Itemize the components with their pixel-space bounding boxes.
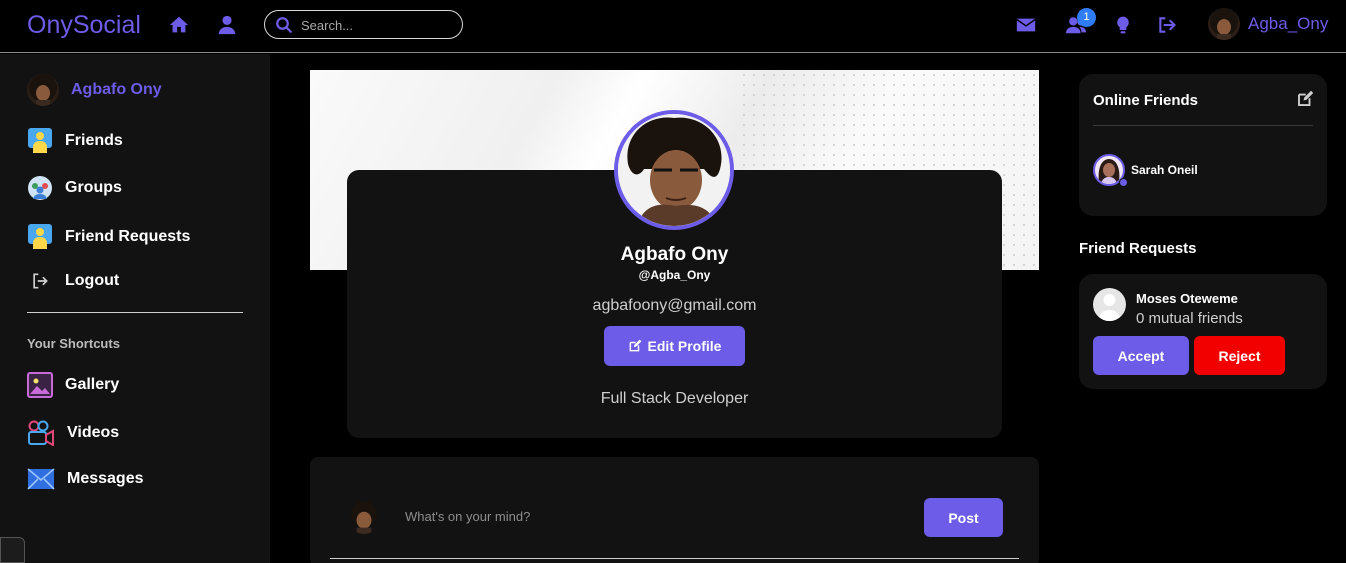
gallery-icon: [27, 372, 53, 398]
groups-icon: [28, 176, 52, 200]
sidebar-item-label: Gallery: [65, 376, 120, 393]
friend-requests-heading: Friend Requests: [1079, 240, 1197, 257]
sidebar-item-gallery[interactable]: Gallery: [27, 372, 119, 398]
home-icon[interactable]: [168, 14, 190, 36]
sidebar-item-friend-requests[interactable]: Friend Requests: [27, 223, 190, 251]
notification-badge: 1: [1077, 8, 1096, 27]
edit-icon[interactable]: [1296, 90, 1314, 108]
sidebar-profile-link[interactable]: Agbafo Ony: [27, 74, 162, 106]
sidebar-item-label: Videos: [67, 424, 120, 441]
edit-profile-label: Edit Profile: [647, 338, 722, 354]
post-button[interactable]: Post: [924, 498, 1003, 537]
sidebar-item-label: Friend Requests: [65, 228, 191, 245]
avatar: [27, 74, 59, 106]
profile-bio: Full Stack Developer: [600, 390, 749, 407]
left-sidebar: Agbafo Ony Friends Groups Friend Request…: [0, 54, 270, 563]
sidebar-item-label: Logout: [65, 272, 120, 289]
online-friend-name: Sarah Oneil: [1131, 163, 1198, 177]
sidebar-profile-name: Agbafo Ony: [71, 81, 162, 98]
online-friend-item[interactable]: Sarah Oneil: [1093, 154, 1198, 187]
avatar: [1208, 8, 1240, 40]
sidebar-item-groups[interactable]: Groups: [27, 175, 122, 201]
reject-button[interactable]: Reject: [1194, 336, 1285, 375]
online-status-dot: [1119, 178, 1128, 187]
avatar: [1093, 288, 1126, 321]
nav-username: Agba_Ony: [1248, 14, 1329, 33]
messages-icon: [27, 468, 55, 490]
videos-icon: [28, 420, 54, 446]
shortcuts-heading: Your Shortcuts: [27, 336, 120, 351]
edit-profile-button[interactable]: Edit Profile: [604, 326, 745, 366]
lightbulb-icon[interactable]: [1113, 14, 1133, 36]
user-icon[interactable]: [216, 14, 238, 36]
brand-logo[interactable]: OnySocial: [27, 11, 141, 40]
search-icon: [276, 17, 292, 33]
accept-button[interactable]: Accept: [1093, 336, 1189, 375]
profile-handle: @Agba_Ony: [638, 268, 711, 282]
online-friends-title: Online Friends: [1093, 92, 1199, 109]
post-input[interactable]: [405, 509, 805, 524]
profile-name: Agbafo Ony: [620, 244, 729, 265]
sidebar-item-label: Messages: [67, 470, 144, 487]
search-bar[interactable]: [264, 10, 463, 39]
sidebar-divider: [27, 312, 243, 313]
online-friends-card: Online Friends Sarah Oneil: [1079, 74, 1327, 216]
sidebar-item-messages[interactable]: Messages: [27, 468, 144, 490]
avatar: [347, 500, 381, 534]
logout-icon: [33, 273, 48, 289]
requester-name: Moses Oteweme: [1136, 291, 1238, 306]
mutual-friends-count: 0 mutual friends: [1136, 310, 1243, 327]
search-input[interactable]: [301, 16, 451, 34]
sidebar-item-label: Friends: [65, 132, 123, 149]
top-navbar: OnySocial 1 Agba_Ony: [0, 0, 1346, 53]
edit-icon: [629, 339, 641, 352]
sidebar-item-videos[interactable]: Videos: [27, 420, 119, 446]
floating-widget[interactable]: [0, 537, 25, 563]
profile-avatar[interactable]: [614, 110, 734, 230]
logout-icon[interactable]: [1157, 14, 1177, 36]
friend-request-card: Moses Oteweme 0 mutual friends Accept Re…: [1079, 274, 1327, 389]
post-composer: Post: [310, 457, 1039, 563]
nav-user-menu[interactable]: Agba_Ony: [1208, 8, 1328, 40]
sidebar-item-logout[interactable]: Logout: [27, 271, 119, 291]
composer-divider: [330, 558, 1019, 559]
profile-email: agbafoony@gmail.com: [592, 297, 757, 314]
mail-icon[interactable]: [1015, 14, 1037, 36]
sidebar-item-label: Groups: [65, 179, 122, 196]
friends-icon: [28, 128, 52, 153]
friend-requests-icon: [28, 224, 52, 249]
sidebar-item-friends[interactable]: Friends: [27, 127, 123, 155]
online-friends-divider: [1093, 125, 1313, 126]
